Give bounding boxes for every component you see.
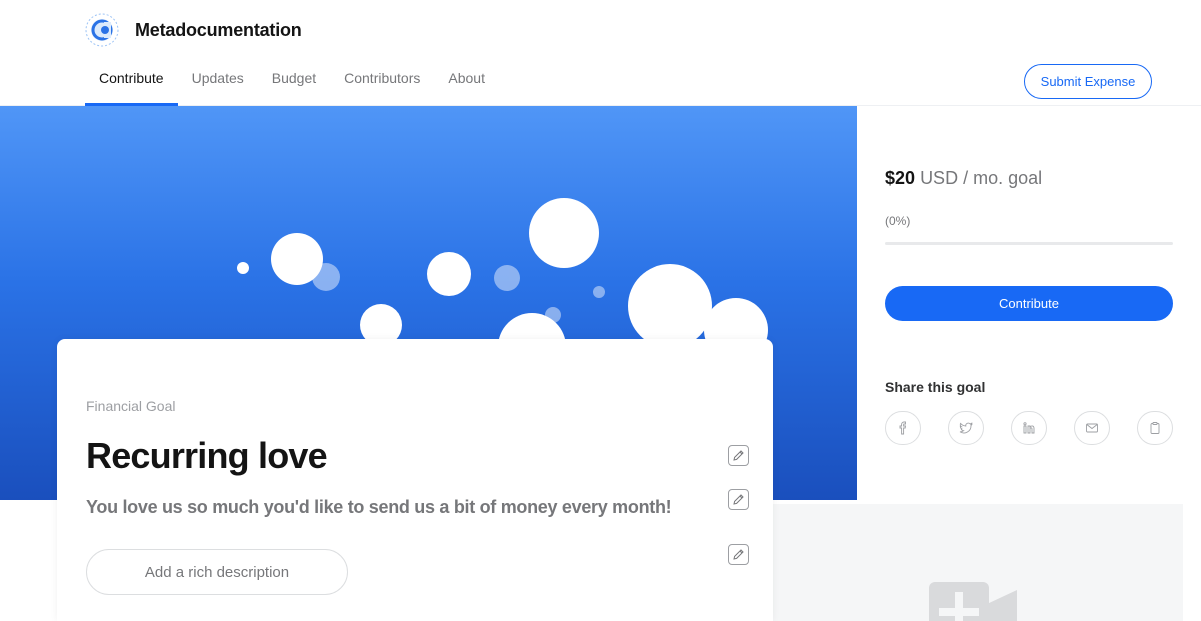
header: Metadocumentation Contribute Updates Bud… xyxy=(0,0,1201,106)
edit-description-button[interactable] xyxy=(728,489,749,510)
tab-budget[interactable]: Budget xyxy=(258,56,330,106)
add-video-icon xyxy=(929,582,1017,621)
goal-description: You love us so much you'd like to send u… xyxy=(86,497,672,517)
pencil-icon xyxy=(733,494,744,505)
goal-amount-unit: USD / mo. goal xyxy=(920,168,1043,188)
goal-progress-bar xyxy=(885,242,1173,245)
goal-title: Recurring love xyxy=(86,435,328,476)
edit-title-button[interactable] xyxy=(728,445,749,466)
add-rich-description-button[interactable]: Add a rich description xyxy=(86,549,348,595)
share-title: Share this goal xyxy=(885,379,986,395)
contribute-button[interactable]: Contribute xyxy=(885,286,1173,321)
facebook-icon xyxy=(899,421,907,435)
goal-amount: $20 USD / mo. goal xyxy=(885,168,1042,189)
submit-expense-button[interactable]: Submit Expense xyxy=(1024,64,1152,99)
tab-updates[interactable]: Updates xyxy=(178,56,258,106)
collective-logo-icon[interactable] xyxy=(84,12,120,48)
tab-contribute[interactable]: Contribute xyxy=(85,56,178,106)
card-type-label: Financial Goal xyxy=(86,398,176,414)
edit-rich-description-button[interactable] xyxy=(728,544,749,565)
goal-amount-value: $20 xyxy=(885,168,916,188)
mail-icon xyxy=(1086,423,1098,433)
tab-about[interactable]: About xyxy=(434,56,499,106)
pencil-icon xyxy=(733,549,744,560)
pencil-icon xyxy=(733,450,744,461)
share-buttons xyxy=(885,411,1173,445)
goal-percentage: (0%) xyxy=(885,214,911,228)
main-nav: Contribute Updates Budget Contributors A… xyxy=(85,56,499,106)
clipboard-icon xyxy=(1150,422,1160,434)
share-linkedin-button[interactable] xyxy=(1011,411,1047,445)
tab-contributors[interactable]: Contributors xyxy=(330,56,434,106)
org-name[interactable]: Metadocumentation xyxy=(135,20,302,41)
video-placeholder[interactable] xyxy=(761,504,1183,621)
copy-link-button[interactable] xyxy=(1137,411,1173,445)
goal-card: Financial Goal Recurring love You love u… xyxy=(57,339,773,621)
twitter-icon xyxy=(959,422,973,434)
linkedin-icon xyxy=(1023,422,1035,434)
share-email-button[interactable] xyxy=(1074,411,1110,445)
share-facebook-button[interactable] xyxy=(885,411,921,445)
share-twitter-button[interactable] xyxy=(948,411,984,445)
